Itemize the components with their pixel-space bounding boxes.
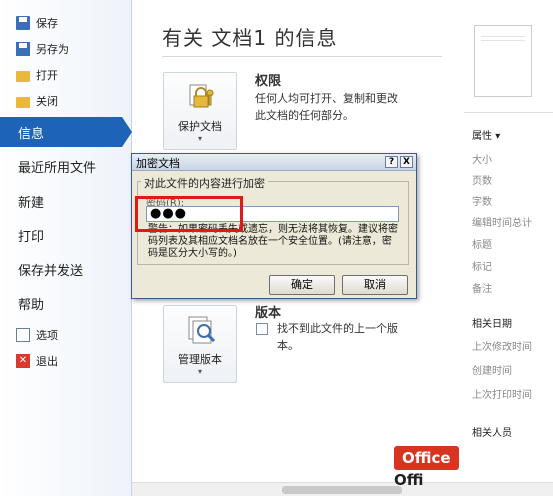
title-divider	[162, 56, 442, 57]
dialog-titlebar[interactable]: 加密文档 ? X	[132, 154, 416, 171]
prop-words: 字数	[472, 197, 492, 208]
prop-size: 大小	[472, 155, 492, 166]
properties-header-label: 属性	[472, 131, 492, 142]
nav-new[interactable]: 新建	[18, 188, 44, 214]
folder-close-icon	[16, 96, 30, 108]
versions-desc-line1: 找不到此文件的上一个版	[277, 322, 398, 335]
nav-info-arrow	[122, 117, 132, 147]
save-as-icon	[16, 42, 30, 56]
nav-save-label: 保存	[36, 17, 58, 30]
nav-close-label: 关闭	[36, 95, 58, 108]
nav-recent-label: 最近所用文件	[18, 160, 97, 176]
dates-header: 相关日期	[472, 319, 512, 330]
manage-versions-caret: ▾	[197, 367, 202, 376]
versions-doc-icon	[256, 323, 268, 335]
cancel-button[interactable]: 取消	[342, 275, 408, 295]
page-title: 有关 文档1 的信息	[162, 26, 338, 50]
date-printed: 上次打印时间	[472, 390, 532, 401]
date-modified: 上次修改时间	[472, 342, 532, 353]
nav-help[interactable]: 帮助	[18, 290, 44, 316]
properties-divider	[464, 112, 553, 113]
nav-open[interactable]: 打开	[16, 65, 58, 85]
nav-save-send-label: 保存并发送	[18, 263, 84, 279]
nav-info[interactable]: 信息	[0, 117, 122, 147]
nav-open-label: 打开	[36, 69, 58, 82]
lock-key-icon	[189, 84, 214, 108]
highlight-box	[135, 196, 243, 232]
options-icon	[16, 328, 30, 342]
prop-pages: 页数	[472, 176, 492, 187]
exit-icon: ✕	[16, 354, 30, 368]
protect-document-caret: ▾	[197, 134, 202, 143]
permissions-title: 权限	[255, 74, 282, 89]
permissions-desc-line1: 任何人均可打开、复制和更改	[255, 92, 398, 105]
nav-new-label: 新建	[18, 195, 45, 211]
nav-save-as[interactable]: 另存为	[16, 39, 69, 59]
watermark-top: Office	[394, 446, 459, 470]
nav-exit[interactable]: ✕ 退出	[16, 351, 58, 371]
nav-close[interactable]: 关闭	[16, 91, 58, 111]
properties-header[interactable]: 属性 ▾	[472, 127, 500, 142]
dialog-close-button[interactable]: X	[400, 156, 413, 168]
dialog-title: 加密文档	[136, 157, 180, 170]
save-icon	[16, 16, 30, 30]
prop-tags[interactable]: 标记	[472, 258, 492, 273]
nav-help-label: 帮助	[18, 297, 45, 313]
people-header: 相关人员	[472, 428, 512, 439]
prop-title[interactable]: 标题	[472, 236, 492, 251]
dialog-help-button[interactable]: ?	[385, 156, 398, 168]
versions-desc: 找不到此文件的上一个版 本。	[277, 320, 398, 354]
nav-options[interactable]: 选项	[16, 325, 58, 345]
manage-versions-label: 管理版本	[178, 353, 222, 366]
document-thumbnail	[474, 25, 532, 97]
properties-header-caret: ▾	[495, 131, 501, 142]
nav-info-label: 信息	[18, 126, 45, 142]
permissions-desc-line2: 此文档的任何部分。	[255, 109, 354, 122]
versions-title: 版本	[255, 306, 282, 321]
nav-exit-label: 退出	[36, 355, 58, 368]
nav-print[interactable]: 打印	[18, 222, 44, 248]
nav-save-as-label: 另存为	[36, 43, 69, 56]
versions-desc-line2: 本。	[277, 339, 299, 352]
nav-recent[interactable]: 最近所用文件	[18, 153, 96, 179]
permissions-desc: 任何人均可打开、复制和更改 此文档的任何部分。	[255, 90, 398, 124]
prop-comments[interactable]: 备注	[472, 280, 492, 295]
nav-options-label: 选项	[36, 329, 58, 342]
protect-document-button[interactable]: 保护文档 ▾	[163, 72, 237, 150]
protect-document-label: 保护文档	[178, 120, 222, 133]
nav-save[interactable]: 保存	[16, 13, 58, 33]
ok-button[interactable]: 确定	[269, 275, 335, 295]
manage-versions-button[interactable]: 管理版本 ▾	[163, 305, 237, 383]
encrypt-group-label: 对此文件的内容进行加密	[141, 175, 268, 191]
watermark-bottom: Offi	[394, 471, 424, 489]
nav-print-label: 打印	[18, 229, 45, 245]
backstage-nav: 保存 另存为 打开 关闭 信息 最近所用文件 新建 打印 保存并发送 帮助 选项…	[0, 0, 132, 496]
versions-icon	[188, 316, 216, 344]
folder-open-icon	[16, 70, 30, 82]
watermark-logo: Office Offi	[394, 446, 494, 496]
date-created: 创建时间	[472, 366, 512, 377]
scrollbar-thumb[interactable]	[282, 486, 402, 494]
prop-edit-time: 编辑时间总计	[472, 218, 532, 229]
nav-save-send[interactable]: 保存并发送	[18, 256, 83, 282]
